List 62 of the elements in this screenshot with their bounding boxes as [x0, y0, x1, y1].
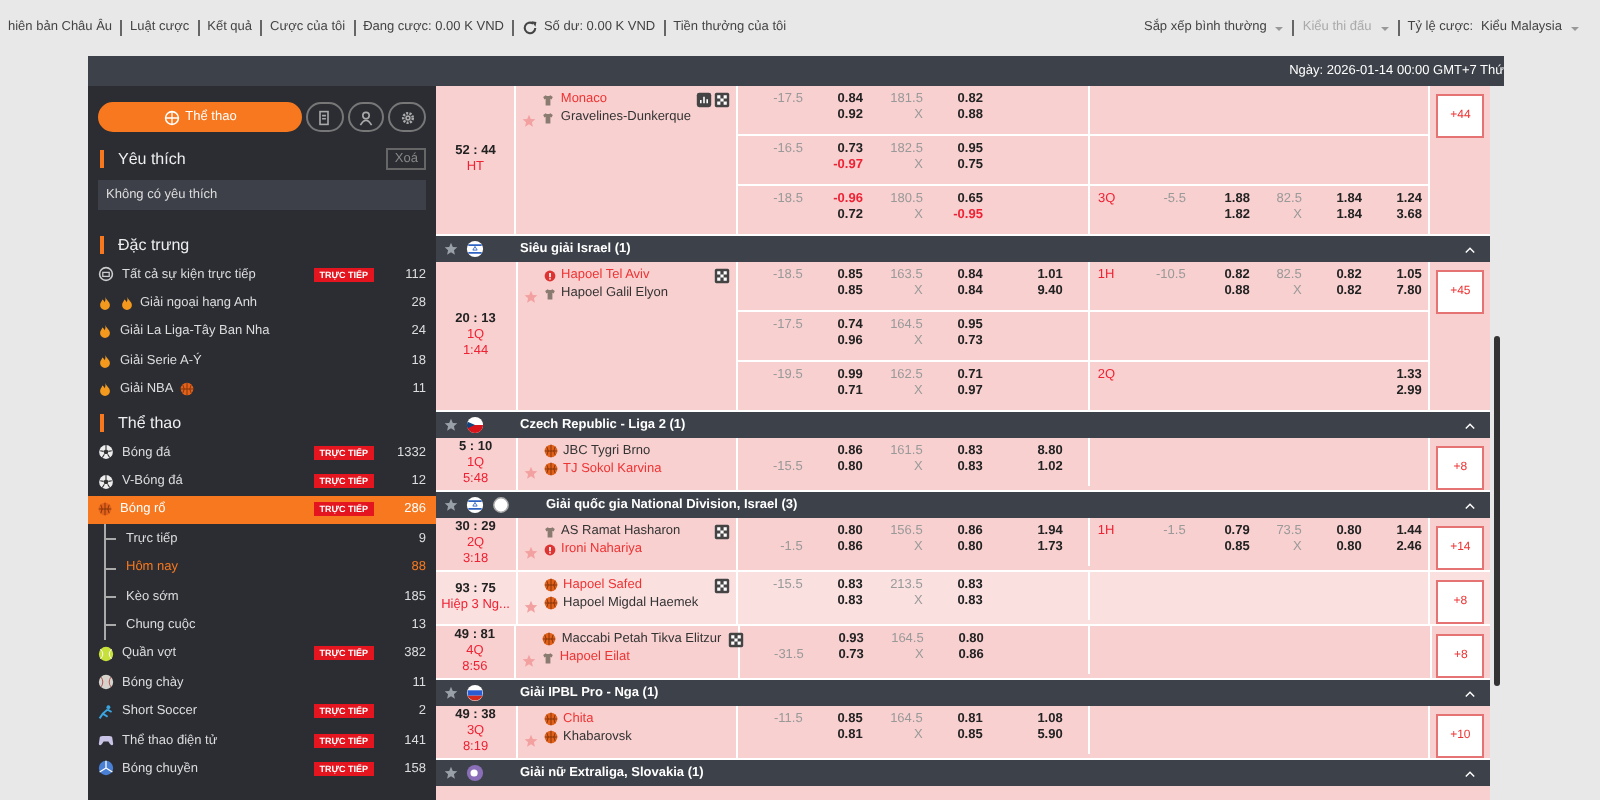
star-icon[interactable] [444, 766, 458, 780]
basketball-icon [541, 632, 556, 646]
jersey-icon [543, 525, 556, 537]
soccer-ball-icon [98, 473, 114, 490]
ball-icon [163, 109, 180, 125]
sidebar-tab[interactable] [347, 102, 385, 132]
stats-icon[interactable] [696, 92, 713, 108]
receipt-icon[interactable] [316, 109, 333, 125]
flag-icon [466, 240, 484, 258]
flag-icon [466, 416, 484, 434]
star-icon[interactable] [444, 498, 458, 512]
chevron-up-icon[interactable] [1462, 687, 1478, 699]
jersey-icon [542, 111, 555, 123]
gamepad-icon [98, 732, 114, 749]
player-icon [98, 703, 114, 720]
badge-icon [492, 496, 510, 514]
chevron-up-icon[interactable] [1462, 499, 1478, 511]
basketball-icon [543, 462, 558, 476]
basketball-icon [543, 444, 558, 458]
basketball-icon [543, 578, 558, 592]
star-icon[interactable] [444, 242, 458, 256]
chevron-up-icon[interactable] [1462, 243, 1478, 255]
refresh-icon[interactable] [521, 20, 538, 36]
crest-icon [543, 269, 556, 281]
settings-icon[interactable] [399, 109, 416, 125]
baseball-icon [98, 674, 114, 691]
person-icon[interactable] [358, 109, 374, 125]
basketball-icon [543, 730, 558, 744]
chevron-up-icon[interactable] [1462, 767, 1478, 779]
star-icon[interactable] [523, 466, 538, 480]
star-icon[interactable] [523, 546, 538, 560]
star-icon[interactable] [523, 734, 538, 748]
star-icon[interactable] [521, 654, 536, 668]
caret-icon [1379, 23, 1390, 33]
section-title: Thể thao [100, 413, 182, 432]
volleyball-icon [98, 760, 114, 777]
jersey-icon [541, 651, 554, 663]
sidebar-tab[interactable] [388, 102, 427, 132]
caret-icon [1570, 23, 1580, 33]
soccer-ball-icon [98, 444, 114, 461]
tennis-ball-icon [98, 645, 114, 662]
jersey-icon [543, 287, 556, 299]
section-title: Đặc trưng [100, 236, 190, 254]
live-icon [98, 266, 114, 283]
basketball-icon [98, 502, 112, 517]
section-title: Yêu thích [100, 150, 186, 168]
caret-icon [1274, 23, 1285, 33]
basketball-icon [179, 382, 194, 397]
chevron-up-icon[interactable] [1462, 419, 1478, 431]
basketball-icon [543, 712, 558, 726]
jersey-icon [542, 93, 555, 105]
basketball-icon [543, 596, 558, 610]
star-icon[interactable] [523, 290, 538, 304]
flag-icon [466, 764, 484, 782]
star-icon[interactable] [523, 600, 538, 614]
flag-icon [466, 684, 484, 702]
star-icon[interactable] [444, 418, 458, 432]
star-icon[interactable] [522, 114, 537, 128]
crest-icon [543, 543, 556, 555]
sidebar-tab[interactable] [306, 102, 344, 132]
star-icon[interactable] [444, 686, 458, 700]
flag-icon [466, 496, 484, 514]
